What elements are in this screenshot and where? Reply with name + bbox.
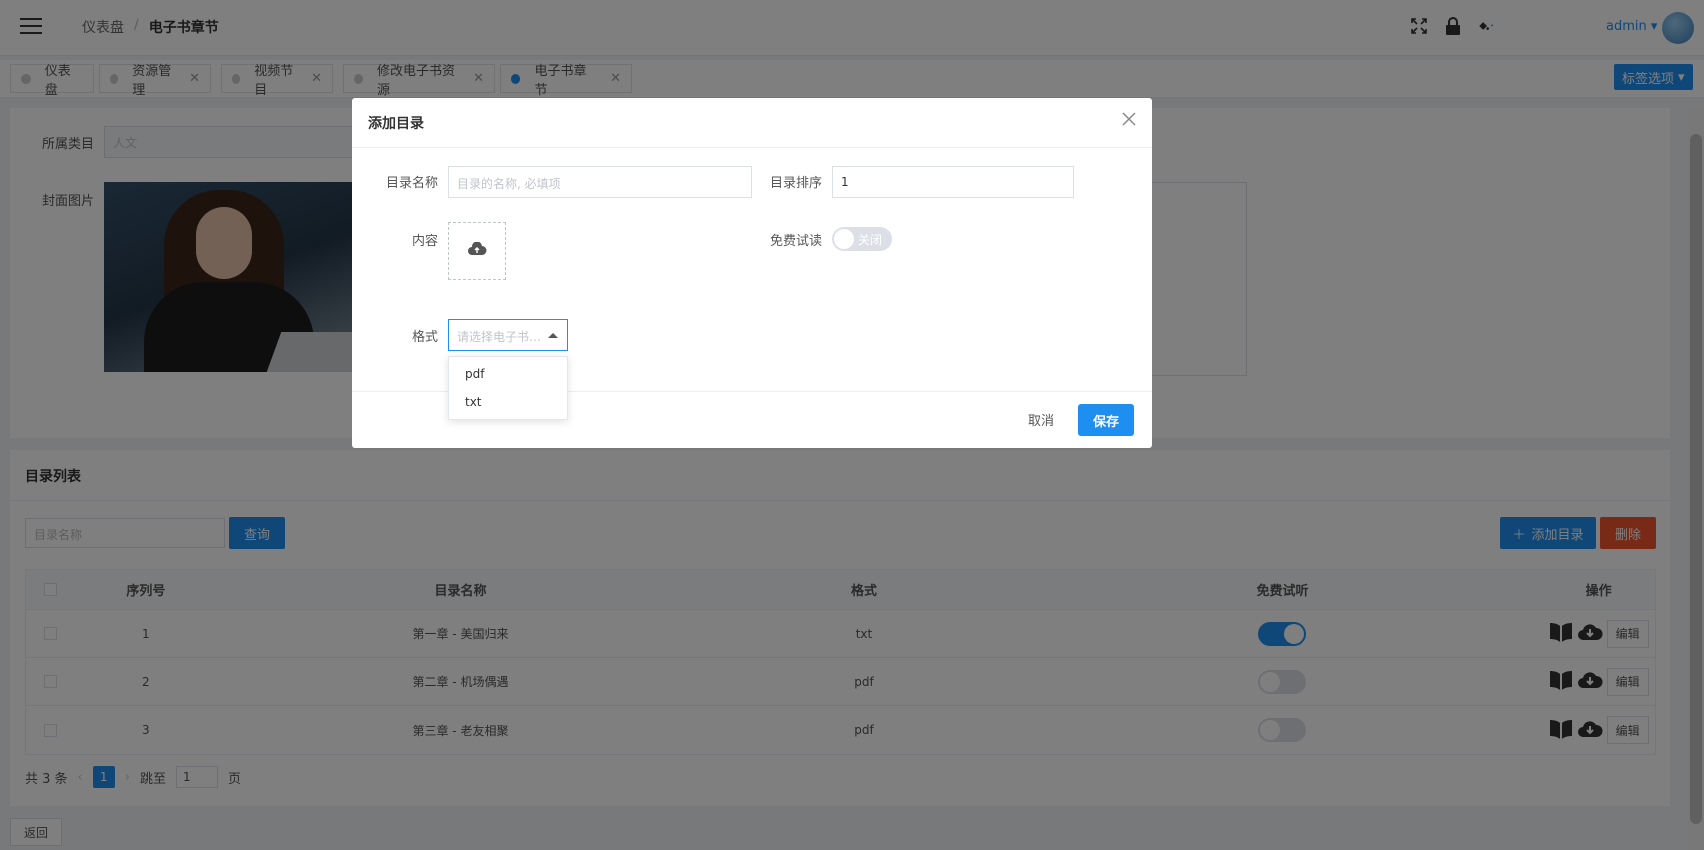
format-dropdown: pdf txt (448, 356, 568, 420)
divider (352, 147, 1152, 148)
format-select[interactable]: 请选择电子书… (448, 319, 568, 351)
cancel-button[interactable]: 取消 (1028, 410, 1054, 429)
cloud-upload-icon (467, 241, 487, 260)
switch-knob (834, 229, 854, 249)
format-option-txt[interactable]: txt (449, 389, 567, 417)
content-label: 内容 (411, 234, 438, 249)
catalog-order-input[interactable]: 1 (832, 166, 1074, 198)
dialog-title: 添加目录 (368, 116, 424, 132)
catalog-name-input[interactable]: 目录的名称, 必填项 (448, 166, 752, 198)
format-label: 格式 (411, 330, 438, 345)
close-icon[interactable] (1122, 112, 1138, 128)
format-option-pdf[interactable]: pdf (449, 361, 567, 389)
free-trial-switch[interactable]: 关闭 (832, 227, 892, 251)
content-upload[interactable] (448, 222, 506, 280)
caret-up-icon (548, 333, 558, 338)
save-button[interactable]: 保存 (1078, 404, 1134, 436)
free-trial-label: 免费试读 (769, 234, 822, 249)
switch-text: 关闭 (858, 233, 883, 247)
catalog-order-label: 目录排序 (769, 176, 822, 191)
catalog-name-label: 目录名称 (385, 176, 438, 191)
format-placeholder: 请选择电子书… (457, 330, 542, 344)
